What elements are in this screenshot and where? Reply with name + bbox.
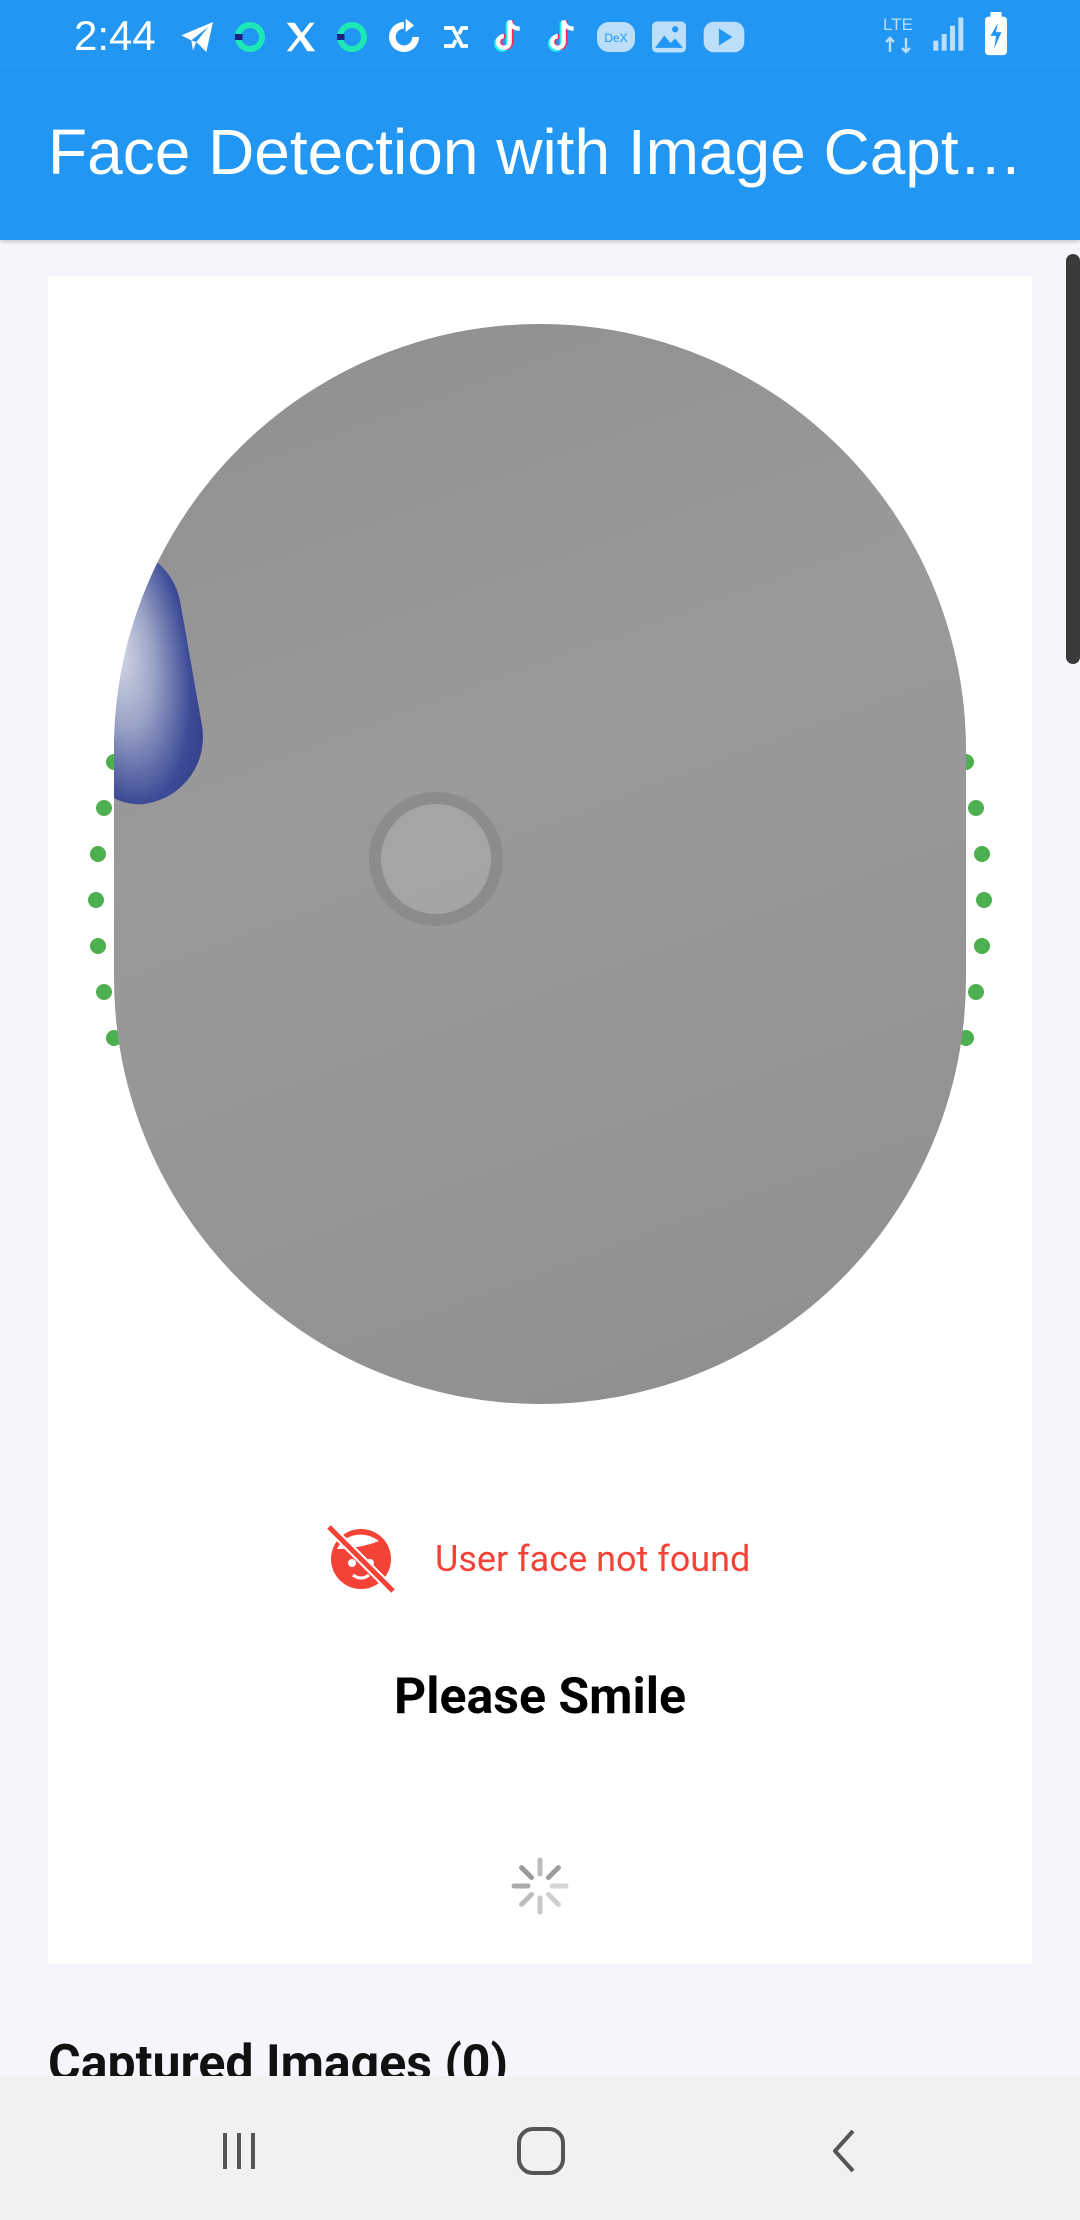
guide-dot [968,984,984,1000]
guide-dot [976,892,992,908]
loading-ring-icon [232,19,268,55]
home-button[interactable] [506,2116,576,2186]
face-not-found-icon [323,1519,399,1599]
guide-dot [88,892,104,908]
back-icon [833,2129,855,2173]
telegram-icon [178,17,218,57]
sync-icon [384,17,424,57]
battery-charging-icon [982,12,1010,60]
scrollbar-thumb[interactable] [1066,254,1080,664]
guide-dot [974,938,990,954]
shuffle-icon [438,19,474,55]
system-icons: LTE [878,12,1010,60]
spinner-icon [511,1857,569,1915]
home-icon [517,2127,565,2175]
preview-ring [369,792,503,926]
guide-dot [96,984,112,1000]
image-icon [650,20,688,54]
status-text: User face not found [435,1538,751,1580]
loading-ring-icon [334,19,370,55]
notification-icons: DeX [178,14,746,60]
x-icon [282,18,320,56]
tiktok-icon [542,17,582,57]
dex-label: DeX [604,31,627,45]
system-nav-bar [0,2076,1080,2220]
signal-icon [930,14,970,58]
status-time: 2:44 [74,12,156,59]
guide-dot [974,846,990,862]
dex-icon: DeX [596,21,636,53]
guide-dot [968,800,984,816]
app-bar: Face Detection with Image Capt… [0,72,1080,240]
lte-icon: LTE [878,12,918,60]
scroll-content[interactable]: User face not found Please Smile Capture… [0,240,1080,2076]
app-title: Face Detection with Image Capt… [48,116,1023,188]
detection-status: User face not found [323,1519,750,1599]
face-detection-card: User face not found Please Smile [48,276,1032,1964]
guide-dot [90,938,106,954]
back-button[interactable] [810,2116,880,2186]
recent-apps-icon [223,2133,255,2169]
camera-area [48,276,1032,1476]
guide-dot [96,800,112,816]
guide-dot [90,846,106,862]
tiktok-icon [488,17,528,57]
camera-preview [114,324,966,1404]
recent-apps-button[interactable] [204,2116,274,2186]
youtube-icon [702,20,746,54]
prompt-text: Please Smile [394,1668,686,1726]
preview-object [114,535,214,813]
lte-label: LTE [883,15,913,34]
status-bar: 2:44 DeX LTE [0,0,1080,72]
captured-images-heading: Captured Images (0) [48,2035,509,2076]
